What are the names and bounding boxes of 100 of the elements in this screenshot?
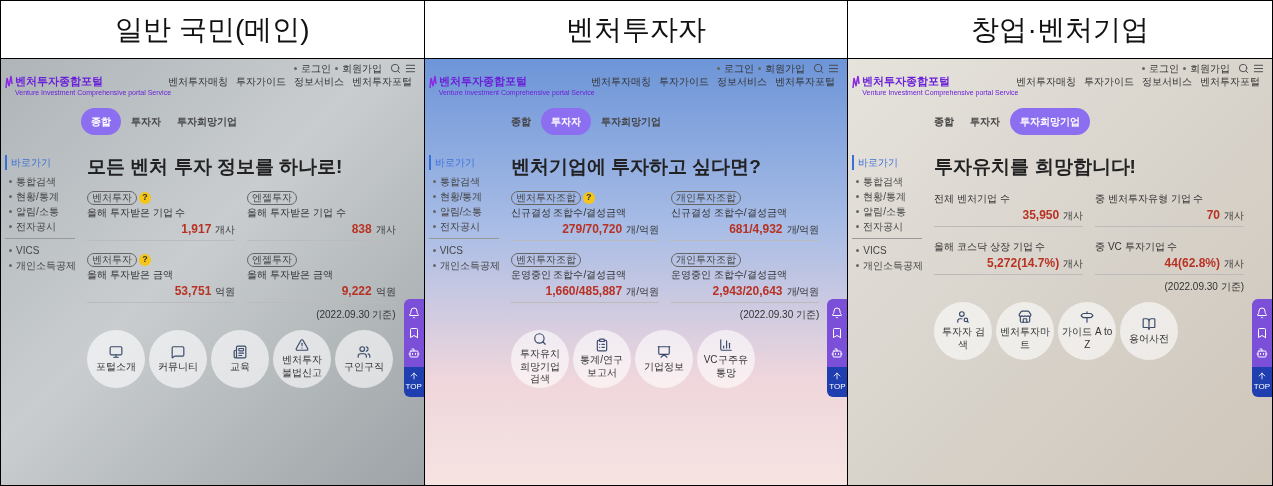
tab[interactable]: 투자자 xyxy=(964,108,1007,135)
utility-link[interactable]: 회원가입 xyxy=(1190,63,1230,74)
nav-link[interactable]: 정보서비스 xyxy=(1142,74,1192,89)
robot-icon[interactable] xyxy=(831,347,844,359)
chat-bubble-icon xyxy=(171,344,185,359)
sidebar-link[interactable]: 전자공시 xyxy=(16,219,56,234)
stat-value: 35,950 xyxy=(1022,206,1060,224)
nav-link[interactable]: 벤처투자포털 xyxy=(1200,74,1260,89)
utility-link[interactable]: 회원가입 xyxy=(341,63,382,74)
sidebar-link[interactable]: 알림/소통 xyxy=(439,204,483,219)
shortcut-button[interactable]: 포털소개 xyxy=(87,329,145,388)
sidebar-link[interactable]: 현황/통계 xyxy=(439,189,483,204)
utility-link[interactable]: 로그인 xyxy=(724,63,755,74)
stat-label: 올해 코스닥 상장 기업 수 xyxy=(934,239,1047,254)
robot-icon[interactable] xyxy=(407,347,420,359)
robot-icon[interactable] xyxy=(1256,347,1268,359)
monitor-icon xyxy=(109,344,123,359)
shortcut-button[interactable]: 커뮤니티 xyxy=(149,329,207,388)
search-icon[interactable] xyxy=(389,63,401,74)
shortcut-button[interactable]: 벤처투자마트 xyxy=(996,301,1055,360)
shortcut-button[interactable]: 기업정보 xyxy=(634,329,693,388)
sidebar-link[interactable]: VICS xyxy=(863,243,887,258)
arrow-up-icon xyxy=(832,371,843,381)
bell-icon[interactable] xyxy=(407,307,420,319)
sidebar-link[interactable]: 개인소득공제 xyxy=(16,258,76,273)
tab[interactable]: 투자자 xyxy=(125,108,167,135)
shortcut-button[interactable]: VC구주유통망 xyxy=(696,329,755,388)
shortcut-button[interactable]: 통계/연구 보고서 xyxy=(572,329,631,388)
nav-link[interactable]: 벤처투자매칭 xyxy=(591,74,652,89)
stat-value: 44(62.8%) xyxy=(1164,254,1220,272)
logo-text[interactable]: 벤처투자종합포털 xyxy=(862,76,951,87)
sidebar-link[interactable]: 현황/통계 xyxy=(863,189,907,204)
sidebar-link[interactable]: 통합검색 xyxy=(863,174,904,189)
nav-link[interactable]: 벤처투자매칭 xyxy=(1016,74,1076,89)
sidebar-link[interactable]: VICS xyxy=(439,243,463,258)
bell-icon[interactable] xyxy=(831,307,844,319)
stat-value: 9,222 xyxy=(341,282,372,300)
shortcut-button[interactable]: 구인구직 xyxy=(335,329,393,388)
top-button[interactable]: TOP xyxy=(827,367,848,397)
stat-label: 올해 투자받은 기업 수 xyxy=(87,205,187,220)
shortcut-button[interactable]: 교육 xyxy=(211,329,269,388)
stat-label: 올해 투자받은 금액 xyxy=(87,267,174,282)
sidebar-link[interactable]: VICS xyxy=(16,243,40,258)
nav-link[interactable]: 정보서비스 xyxy=(293,74,344,89)
nav-link[interactable]: 정보서비스 xyxy=(717,74,768,89)
stat-label: 신규결성 조합수/결성금액 xyxy=(671,205,788,220)
stat-unit: 개사 xyxy=(1063,256,1084,271)
sidebar-link[interactable]: 현황/통계 xyxy=(16,189,59,204)
shortcut-button[interactable]: 벤처투자 불법신고 xyxy=(273,329,331,388)
menu-icon[interactable] xyxy=(404,63,416,74)
menu-icon[interactable] xyxy=(828,63,840,74)
bookmark-icon[interactable] xyxy=(1256,327,1268,339)
sidebar-link[interactable]: 개인소득공제 xyxy=(863,258,924,273)
stat-unit: 개사 xyxy=(375,222,396,237)
sidebar-link[interactable]: 통합검색 xyxy=(439,174,480,189)
tab[interactable]: 종합 xyxy=(504,108,537,135)
tab[interactable]: 투자희망기업 xyxy=(1010,108,1091,135)
nav-link[interactable]: 투자가이드 xyxy=(235,74,286,89)
headline: 투자유치를 희망합니다! xyxy=(934,155,1137,179)
sidebar-link[interactable]: 개인소득공제 xyxy=(439,258,500,273)
shortcut-button[interactable]: 투자유치 희망기업 검색 xyxy=(510,329,569,388)
sidebar-link[interactable]: 전자공시 xyxy=(863,219,904,234)
stat-label: 중 벤처투자유형 기업 수 xyxy=(1095,191,1205,206)
sidebar-link[interactable]: 알림/소통 xyxy=(16,204,59,219)
nav-link[interactable]: 투자가이드 xyxy=(659,74,710,89)
sidebar-link[interactable]: 알림/소통 xyxy=(863,204,907,219)
nav-link[interactable]: 벤처투자포털 xyxy=(775,74,836,89)
people-icon xyxy=(357,344,371,359)
bar-chart-icon xyxy=(718,338,733,353)
nav-link[interactable]: 벤처투자포털 xyxy=(351,74,412,89)
top-button[interactable]: TOP xyxy=(403,367,424,397)
stat-value: 70 xyxy=(1206,206,1220,224)
utility-link[interactable]: 로그인 xyxy=(300,63,331,74)
sidebar-link[interactable]: 통합검색 xyxy=(16,174,56,189)
sidebar-title: 바로가기 xyxy=(852,155,931,170)
column-heading: 벤처투자자 xyxy=(566,12,706,47)
nav-link[interactable]: 투자가이드 xyxy=(1084,74,1134,89)
stat-label: 운영중인 조합수/결성금액 xyxy=(671,267,788,282)
shortcut-button[interactable]: 용어사전 xyxy=(1120,301,1179,360)
newspaper-icon xyxy=(233,344,247,359)
sidebar-link[interactable]: 전자공시 xyxy=(439,219,480,234)
top-button[interactable]: TOP xyxy=(1252,367,1272,397)
book-icon xyxy=(1142,316,1157,331)
menu-icon[interactable] xyxy=(1253,63,1264,74)
search-icon[interactable] xyxy=(813,63,825,74)
shortcut-button[interactable]: 가이드 A to Z xyxy=(1058,301,1117,360)
column-heading: 창업·벤처기업 xyxy=(971,12,1149,47)
search-icon[interactable] xyxy=(1238,63,1249,74)
bookmark-icon[interactable] xyxy=(407,327,420,339)
utility-link[interactable]: 로그인 xyxy=(1149,63,1179,74)
utility-link[interactable]: 회원가입 xyxy=(765,63,806,74)
logo-text[interactable]: 벤처투자종합포털 xyxy=(15,76,103,87)
shortcut-button[interactable]: 투자자 검색 xyxy=(934,301,993,360)
nav-link[interactable]: 벤처투자매칭 xyxy=(167,74,228,89)
bell-icon[interactable] xyxy=(1256,307,1268,319)
signpost-icon xyxy=(1080,310,1095,325)
tab[interactable]: 투자희망기업 xyxy=(171,108,243,135)
tab[interactable]: 투자희망기업 xyxy=(594,108,667,135)
tab[interactable]: 종합 xyxy=(928,108,961,135)
bookmark-icon[interactable] xyxy=(831,327,844,339)
